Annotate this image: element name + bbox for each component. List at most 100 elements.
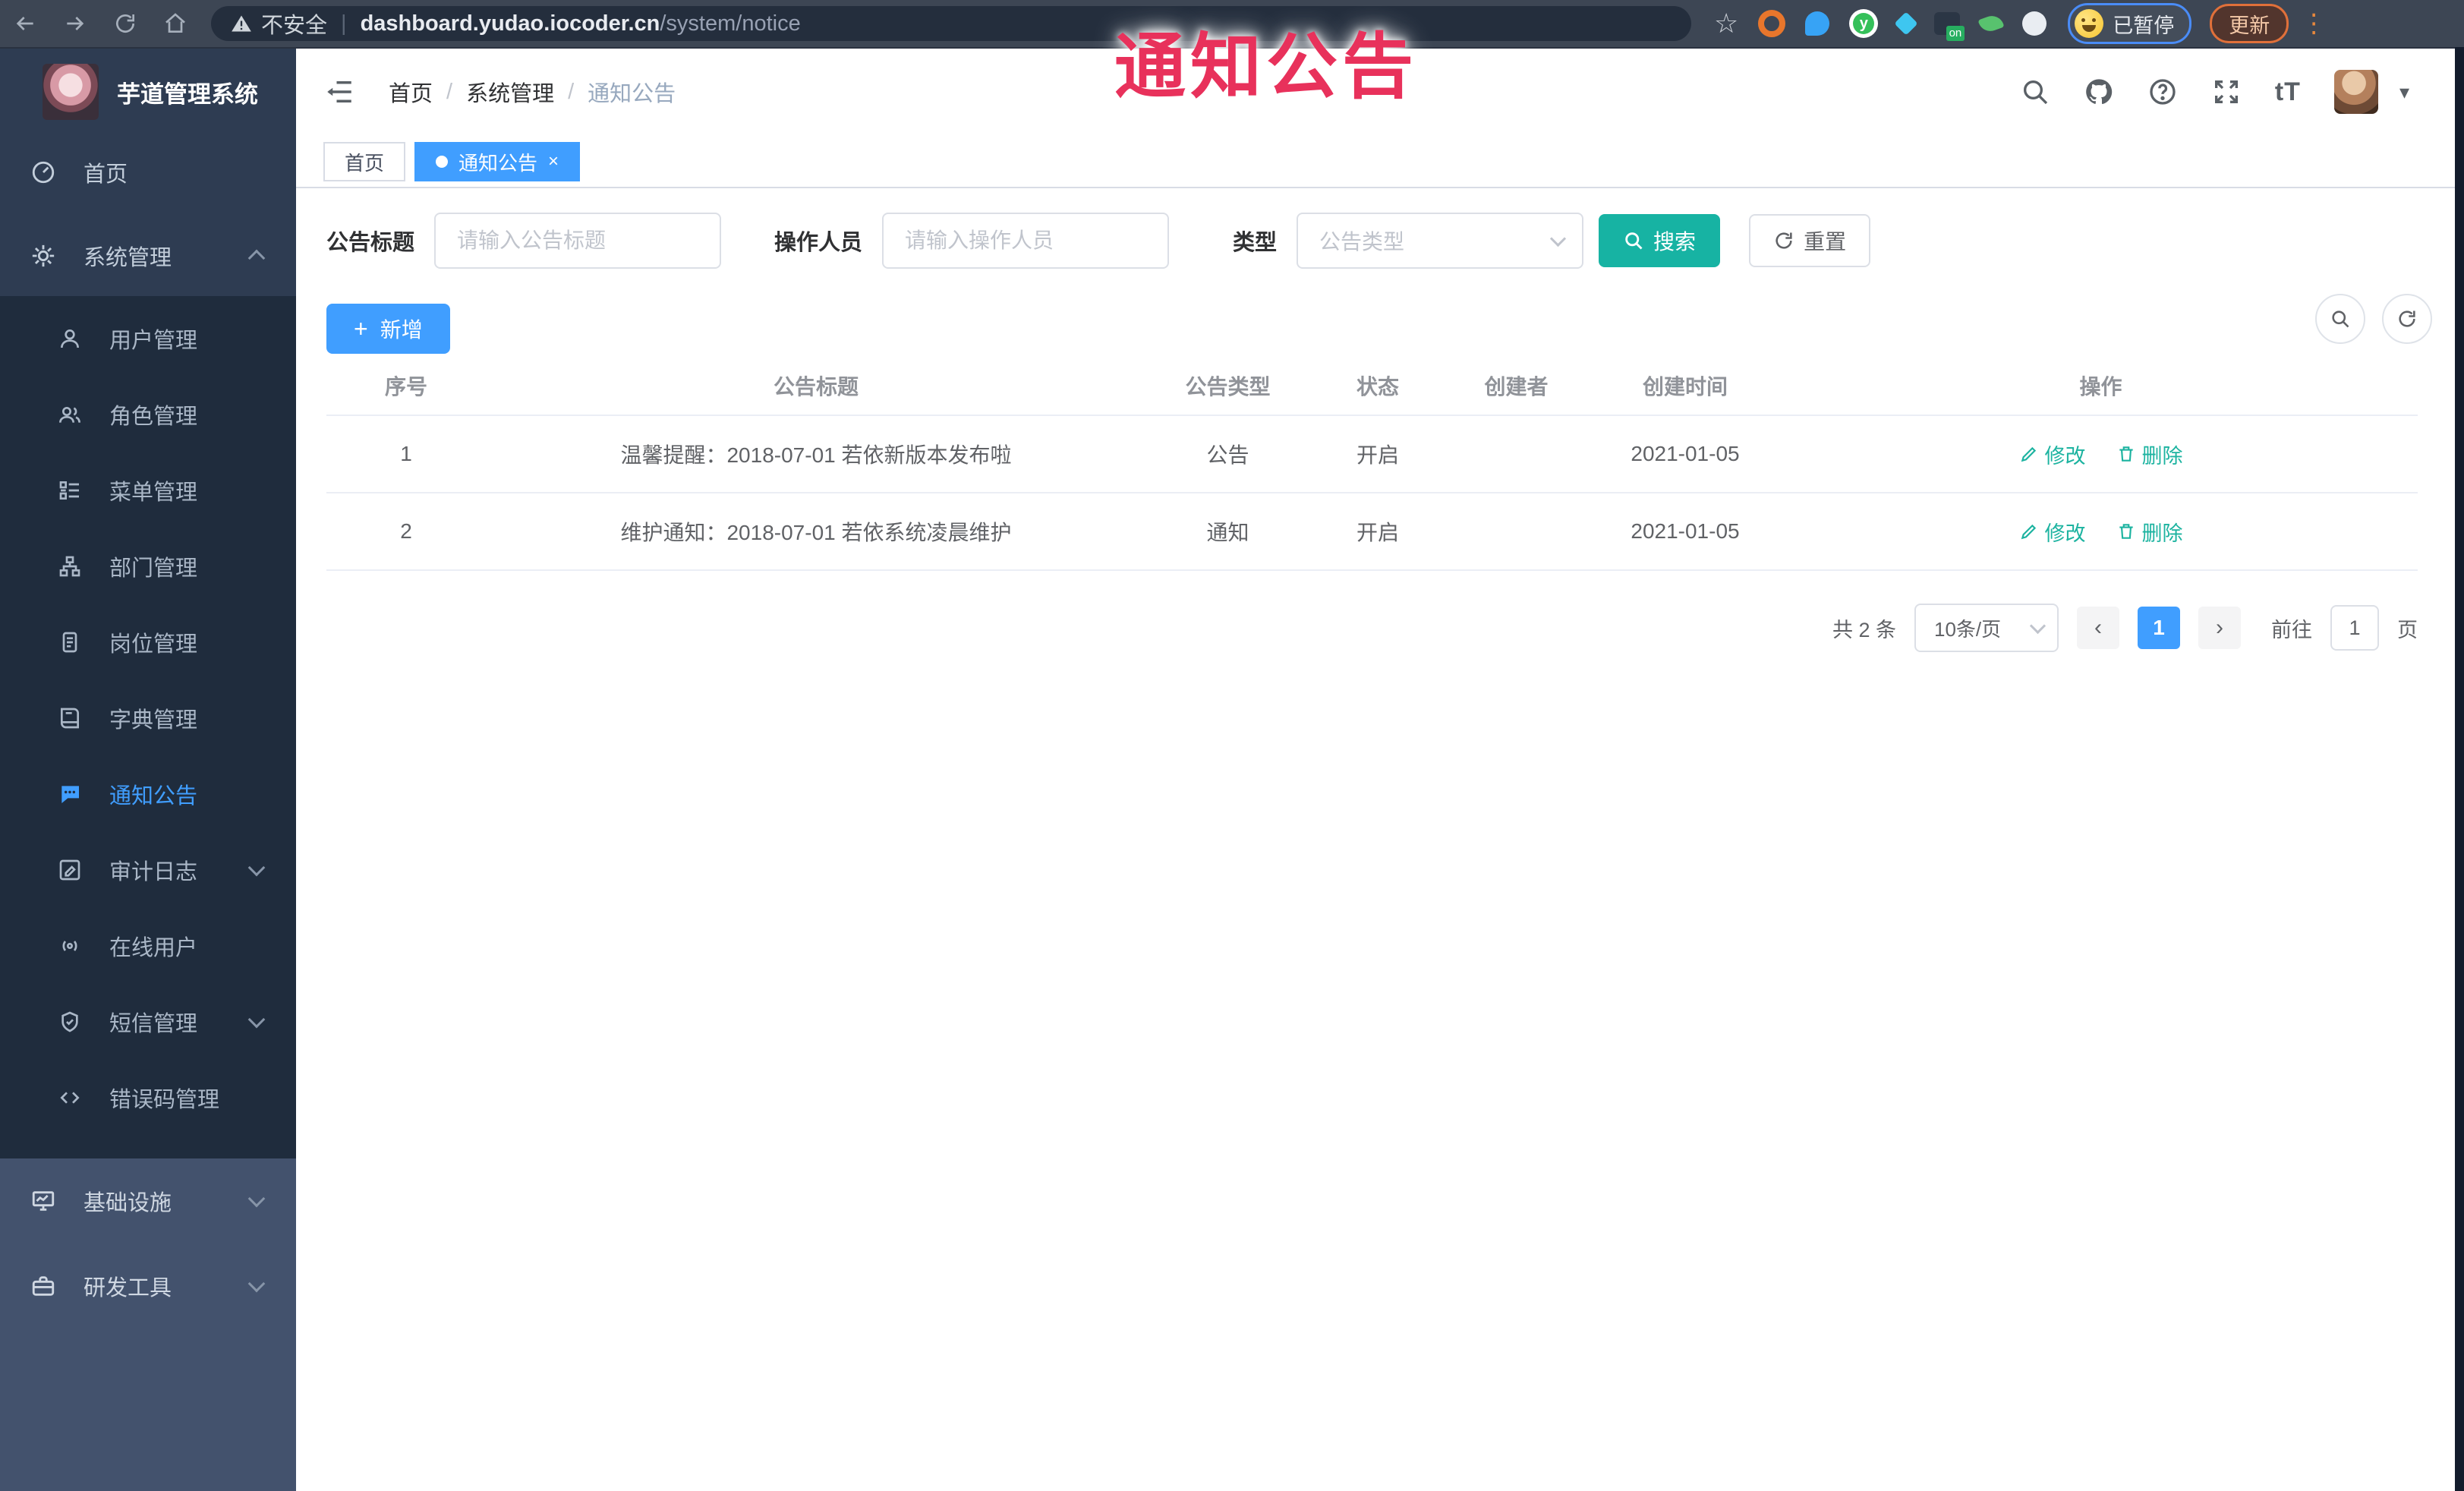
search-button-label: 搜索 [1653, 230, 1697, 254]
org-tree-icon [59, 556, 80, 577]
font-size-icon[interactable]: tT [2275, 77, 2301, 107]
sidebar-item-dict-mgmt[interactable]: 字典管理 [0, 680, 296, 756]
sidebar-item-post-mgmt[interactable]: 岗位管理 [0, 604, 296, 680]
sidebar-item-online-users[interactable]: 在线用户 [0, 908, 296, 984]
sidebar-item-home[interactable]: 首页 [0, 149, 296, 196]
breadcrumb-home[interactable]: 首页 [389, 76, 433, 108]
hamburger-icon[interactable] [323, 76, 355, 108]
sidebar-item-menu-mgmt[interactable]: 菜单管理 [0, 452, 296, 528]
audit-log-icon [59, 859, 80, 881]
caret-down-icon[interactable]: ▾ [2399, 80, 2409, 104]
tab-home[interactable]: 首页 [323, 142, 406, 181]
sidebar-item-label: 字典管理 [109, 708, 198, 733]
avatar[interactable] [2333, 70, 2378, 114]
toggle-search-button[interactable] [2315, 294, 2365, 344]
back-icon[interactable] [0, 0, 50, 47]
sidebar-top-section: 芋道管理系统 首页 系统管理 [0, 47, 296, 296]
table-row[interactable]: 2 维护通知：2018-07-01 若依系统凌晨维护 通知 开启 2021-01… [326, 493, 2418, 571]
sidebar-item-infra[interactable]: 基础设施 [0, 1158, 296, 1244]
extension-icon-puzzle[interactable] [2022, 11, 2047, 36]
plus-icon: + [354, 315, 368, 342]
profile-chip-label: 已暂停 [2113, 14, 2175, 37]
extension-icon-orange[interactable] [1758, 10, 1786, 37]
extension-icon-leaf[interactable] [1977, 12, 2005, 35]
search-icon[interactable] [2020, 77, 2050, 107]
page-size-select[interactable]: 10条/页 [1914, 604, 2059, 652]
app-logo-row[interactable]: 芋道管理系统 [0, 47, 296, 137]
browser-menu-icon[interactable]: ⋮ [2301, 11, 2327, 36]
chevron-down-icon [247, 859, 266, 877]
url-host: dashboard.yudao.iocoder.cn [360, 11, 660, 36]
bookmark-star-icon[interactable]: ☆ [1714, 10, 1738, 37]
sidebar-bottom-section: 基础设施 研发工具 [0, 1158, 296, 1491]
help-icon[interactable] [2147, 77, 2178, 107]
refresh-table-button[interactable] [2382, 294, 2432, 344]
browser-profile-chip[interactable]: 已暂停 [2068, 3, 2192, 44]
reset-button[interactable]: 重置 [1749, 214, 1871, 267]
home-icon[interactable] [150, 0, 200, 47]
extension-icon-blue-drop[interactable] [1805, 11, 1830, 36]
operator-filter-input[interactable] [882, 213, 1170, 269]
fullscreen-icon[interactable] [2211, 77, 2242, 107]
delete-link[interactable]: 删除 [2116, 440, 2183, 469]
sidebar-item-sms-mgmt[interactable]: 短信管理 [0, 984, 296, 1060]
sidebar-item-role-mgmt[interactable]: 角色管理 [0, 377, 296, 452]
close-icon[interactable]: × [548, 151, 559, 172]
extension-icon-dark[interactable]: on [1934, 12, 1965, 41]
app-logo-image [43, 64, 99, 120]
add-button[interactable]: + 新增 [326, 304, 450, 354]
warning-icon[interactable] [231, 13, 252, 34]
sidebar-item-audit-log[interactable]: 审计日志 [0, 832, 296, 908]
sidebar-item-dept-mgmt[interactable]: 部门管理 [0, 528, 296, 604]
type-filter-select[interactable]: 公告类型 [1297, 213, 1584, 269]
delete-trash-icon [2119, 524, 2133, 539]
cell-no: 1 [400, 442, 412, 465]
delete-link[interactable]: 删除 [2116, 517, 2183, 547]
extension-icon-green-circle[interactable]: y [1849, 9, 1879, 38]
address-bar[interactable]: 不安全 | dashboard.yudao.iocoder.cn/system/… [211, 6, 1691, 41]
table-row[interactable]: 1 温馨提醒：2018-07-01 若依新版本发布啦 公告 开启 2021-01… [326, 416, 2418, 493]
notice-table: 序号 公告标题 公告类型 状态 创建者 创建时间 操作 1 温馨提醒：2018-… [326, 357, 2418, 571]
delete-trash-icon [2119, 446, 2133, 462]
sidebar-item-error-code[interactable]: 错误码管理 [0, 1060, 296, 1136]
chevron-down-icon [247, 1010, 266, 1029]
sidebar-item-user-mgmt[interactable]: 用户管理 [0, 301, 296, 377]
goto-page-input[interactable] [2330, 605, 2379, 651]
current-page-button[interactable]: 1 [2138, 607, 2180, 649]
title-filter-input[interactable] [434, 213, 722, 269]
github-icon[interactable] [2084, 77, 2114, 107]
gear-icon [32, 244, 55, 267]
extension-icon-diamond[interactable] [1894, 11, 1918, 36]
edit-link[interactable]: 修改 [2019, 517, 2086, 547]
type-filter-label: 类型 [1233, 231, 1278, 255]
prev-page-button[interactable]: ‹ [2077, 607, 2119, 649]
sidebar-item-label: 用户管理 [109, 329, 198, 353]
sidebar-item-label: 部门管理 [109, 556, 198, 581]
tab-notice[interactable]: 通知公告 × [414, 142, 581, 181]
reload-icon[interactable] [100, 0, 150, 47]
edit-link-label: 修改 [2044, 522, 2086, 545]
sidebar-item-system[interactable]: 系统管理 [0, 232, 296, 279]
next-page-button[interactable]: › [2198, 607, 2241, 649]
url-path: /system/notice [660, 11, 801, 36]
app-title: 芋道管理系统 [117, 80, 258, 108]
edit-link[interactable]: 修改 [2019, 440, 2086, 469]
sidebar-item-notice[interactable]: 通知公告 [0, 756, 296, 832]
sidebar-item-devtools[interactable]: 研发工具 [0, 1244, 296, 1329]
breadcrumb-system[interactable]: 系统管理 [466, 76, 554, 108]
annotation-overlay-text: 通知公告 [1114, 27, 1419, 106]
menu-list-icon [59, 481, 79, 500]
cell-actions: 修改 删除 [1784, 517, 2418, 547]
update-button-label: 更新 [2229, 14, 2270, 37]
profile-emoji-avatar [2075, 9, 2104, 38]
tab-label: 首页 [345, 151, 385, 175]
security-label[interactable]: 不安全 [261, 8, 327, 39]
forward-icon[interactable] [50, 0, 100, 47]
active-dot-icon [436, 156, 449, 168]
cell-status: 开启 [1356, 521, 1399, 544]
browser-scrollbar-track[interactable] [2455, 47, 2464, 1491]
sidebar-item-label: 研发工具 [83, 1276, 172, 1300]
sidebar-item-label: 在线用户 [109, 936, 198, 960]
search-button[interactable]: 搜索 [1599, 214, 1721, 267]
browser-update-button[interactable]: 更新 [2210, 4, 2289, 43]
